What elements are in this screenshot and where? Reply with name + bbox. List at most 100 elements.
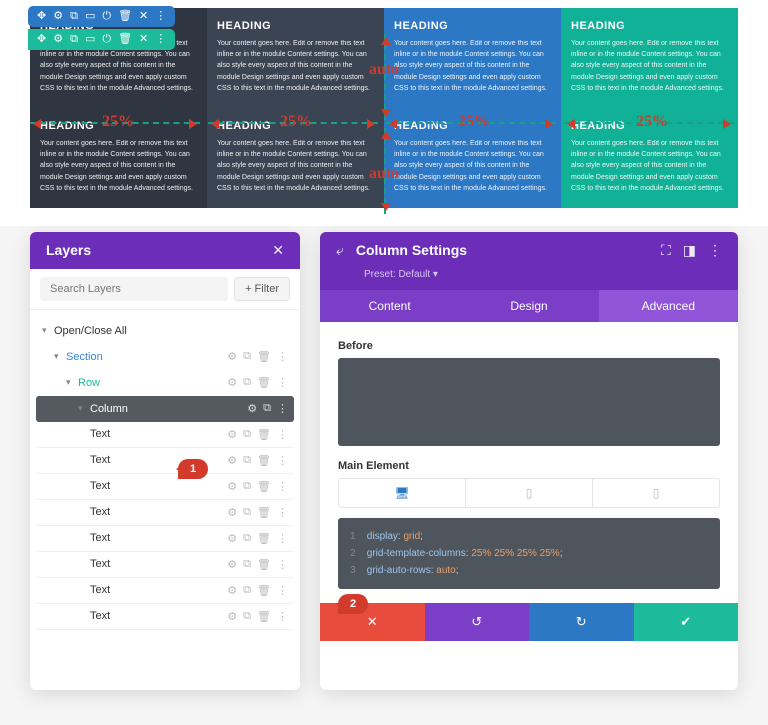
device-desktop[interactable]: 🖥 [339,479,466,507]
duplicate-icon[interactable]: ⧉ [243,506,251,519]
gear-icon[interactable]: ⚙ [227,610,237,623]
more-icon[interactable]: ⋮ [277,506,288,519]
tree-text-item[interactable]: Text⚙⧉🗑⋮ [36,604,294,630]
gear-icon[interactable]: ⚙ [227,558,237,571]
section-toolbar[interactable]: ✥ ⚙ ⧉ ▭ ⏻ 🗑 ✕ ⋮ [28,6,175,27]
tree-section[interactable]: ▾Section ⚙⧉🗑⋮ [36,344,294,370]
tree-column-selected[interactable]: ▾Column ⚙⧉⋮ [36,396,294,422]
panel-toggle-icon[interactable]: ◨ [683,242,696,259]
gear-icon[interactable]: ⚙ [227,532,237,545]
more-icon[interactable]: ⋮ [155,11,166,22]
duplicate-icon[interactable]: ⧉ [243,584,251,597]
trash-icon[interactable]: 🗑 [118,34,132,45]
gear-icon[interactable]: ⚙ [247,402,257,415]
trash-icon[interactable]: 🗑 [257,506,271,519]
device-phone[interactable]: ▯ [593,479,719,507]
gear-icon[interactable]: ⚙ [53,11,63,22]
columns-icon[interactable]: ▭ [85,34,95,45]
duplicate-icon[interactable]: ⧉ [70,34,78,45]
width-label: 25% [458,113,490,131]
back-icon[interactable]: ⤶ [336,242,344,259]
columns-icon[interactable]: ▭ [85,11,95,22]
search-input[interactable] [40,277,228,301]
save-button[interactable]: ✔ [634,603,739,641]
tree-text-item[interactable]: Text⚙⧉🗑⋮ [36,526,294,552]
duplicate-icon[interactable]: ⧉ [243,454,251,467]
gear-icon[interactable]: ⚙ [227,376,237,389]
more-icon[interactable]: ⋮ [277,480,288,493]
gear-icon[interactable]: ⚙ [227,454,237,467]
gear-icon[interactable]: ⚙ [227,480,237,493]
duplicate-icon[interactable]: ⧉ [243,480,251,493]
close-icon[interactable]: ✕ [139,11,148,22]
more-icon[interactable]: ⋮ [708,242,722,259]
power-icon[interactable]: ⏻ [102,11,111,22]
move-icon[interactable]: ✥ [37,11,46,22]
move-icon[interactable]: ✥ [37,34,46,45]
preset-label[interactable]: Preset: Default ▾ [320,269,738,290]
gear-icon[interactable]: ⚙ [227,584,237,597]
tree-row[interactable]: ▾Row ⚙⧉🗑⋮ [36,370,294,396]
more-icon[interactable]: ⋮ [277,584,288,597]
tree-text-item[interactable]: Text⚙⧉🗑⋮ [36,448,294,474]
duplicate-icon[interactable]: ⧉ [243,428,251,441]
preview-cell[interactable]: HEADINGYour content goes here. Edit or r… [207,8,384,108]
before-css-input[interactable] [338,358,720,446]
trash-icon[interactable]: 🗑 [257,350,271,363]
settings-title: Column Settings [356,242,467,258]
redo-button[interactable]: ↻ [529,603,634,641]
close-icon[interactable]: ✕ [272,242,284,259]
open-close-all[interactable]: ▾Open/Close All [36,318,294,344]
tree-text-item[interactable]: Text⚙⧉🗑⋮ [36,578,294,604]
trash-icon[interactable]: 🗑 [257,376,271,389]
tree-text-item[interactable]: Text⚙⧉🗑⋮ [36,422,294,448]
expand-icon[interactable]: ⛶ [661,242,671,259]
trash-icon[interactable]: 🗑 [257,610,271,623]
preview-cell[interactable]: HEADINGYour content goes here. Edit or r… [561,8,738,108]
preview-area: ✥ ⚙ ⧉ ▭ ⏻ 🗑 ✕ ⋮ ✥ ⚙ ⧉ ▭ ⏻ 🗑 ✕ ⋮ HEADINGY… [0,0,768,226]
filter-button[interactable]: + Filter [234,277,290,301]
more-icon[interactable]: ⋮ [277,402,288,415]
duplicate-icon[interactable]: ⧉ [70,11,78,22]
more-icon[interactable]: ⋮ [277,558,288,571]
duplicate-icon[interactable]: ⧉ [243,376,251,389]
trash-icon[interactable]: 🗑 [257,454,271,467]
duplicate-icon[interactable]: ⧉ [243,532,251,545]
gear-icon[interactable]: ⚙ [227,350,237,363]
trash-icon[interactable]: 🗑 [118,11,132,22]
duplicate-icon[interactable]: ⧉ [263,402,271,415]
trash-icon[interactable]: 🗑 [257,428,271,441]
css-code-editor[interactable]: 1 display: grid;2 grid-template-columns:… [338,518,720,589]
duplicate-icon[interactable]: ⧉ [243,350,251,363]
preview-cell[interactable]: HEADINGYour content goes here. Edit or r… [384,8,561,108]
more-icon[interactable]: ⋮ [277,454,288,467]
more-icon[interactable]: ⋮ [277,610,288,623]
tree-text-item[interactable]: Text⚙⧉🗑⋮ [36,500,294,526]
tree-text-item[interactable]: Text⚙⧉🗑⋮ [36,474,294,500]
gear-icon[interactable]: ⚙ [227,428,237,441]
device-tablet[interactable]: ▯ [466,479,593,507]
duplicate-icon[interactable]: ⧉ [243,610,251,623]
trash-icon[interactable]: 🗑 [257,558,271,571]
more-icon[interactable]: ⋮ [277,532,288,545]
trash-icon[interactable]: 🗑 [257,532,271,545]
gear-icon[interactable]: ⚙ [53,34,63,45]
more-icon[interactable]: ⋮ [155,34,166,45]
more-icon[interactable]: ⋮ [277,428,288,441]
power-icon[interactable]: ⏻ [102,34,111,45]
undo-button[interactable]: ↺ [425,603,530,641]
tab-design[interactable]: Design [459,290,598,322]
duplicate-icon[interactable]: ⧉ [243,558,251,571]
tab-advanced[interactable]: Advanced [599,290,738,322]
more-icon[interactable]: ⋮ [277,350,288,363]
row-toolbar[interactable]: ✥ ⚙ ⧉ ▭ ⏻ 🗑 ✕ ⋮ [28,29,175,50]
close-icon[interactable]: ✕ [139,34,148,45]
gear-icon[interactable]: ⚙ [227,506,237,519]
more-icon[interactable]: ⋮ [277,376,288,389]
trash-icon[interactable]: 🗑 [257,584,271,597]
trash-icon[interactable]: 🗑 [257,480,271,493]
tree-text-item[interactable]: Text⚙⧉🗑⋮ [36,552,294,578]
tab-content[interactable]: Content [320,290,459,322]
cell-body: Your content goes here. Edit or remove t… [571,138,728,194]
height-label: auto [369,165,399,183]
